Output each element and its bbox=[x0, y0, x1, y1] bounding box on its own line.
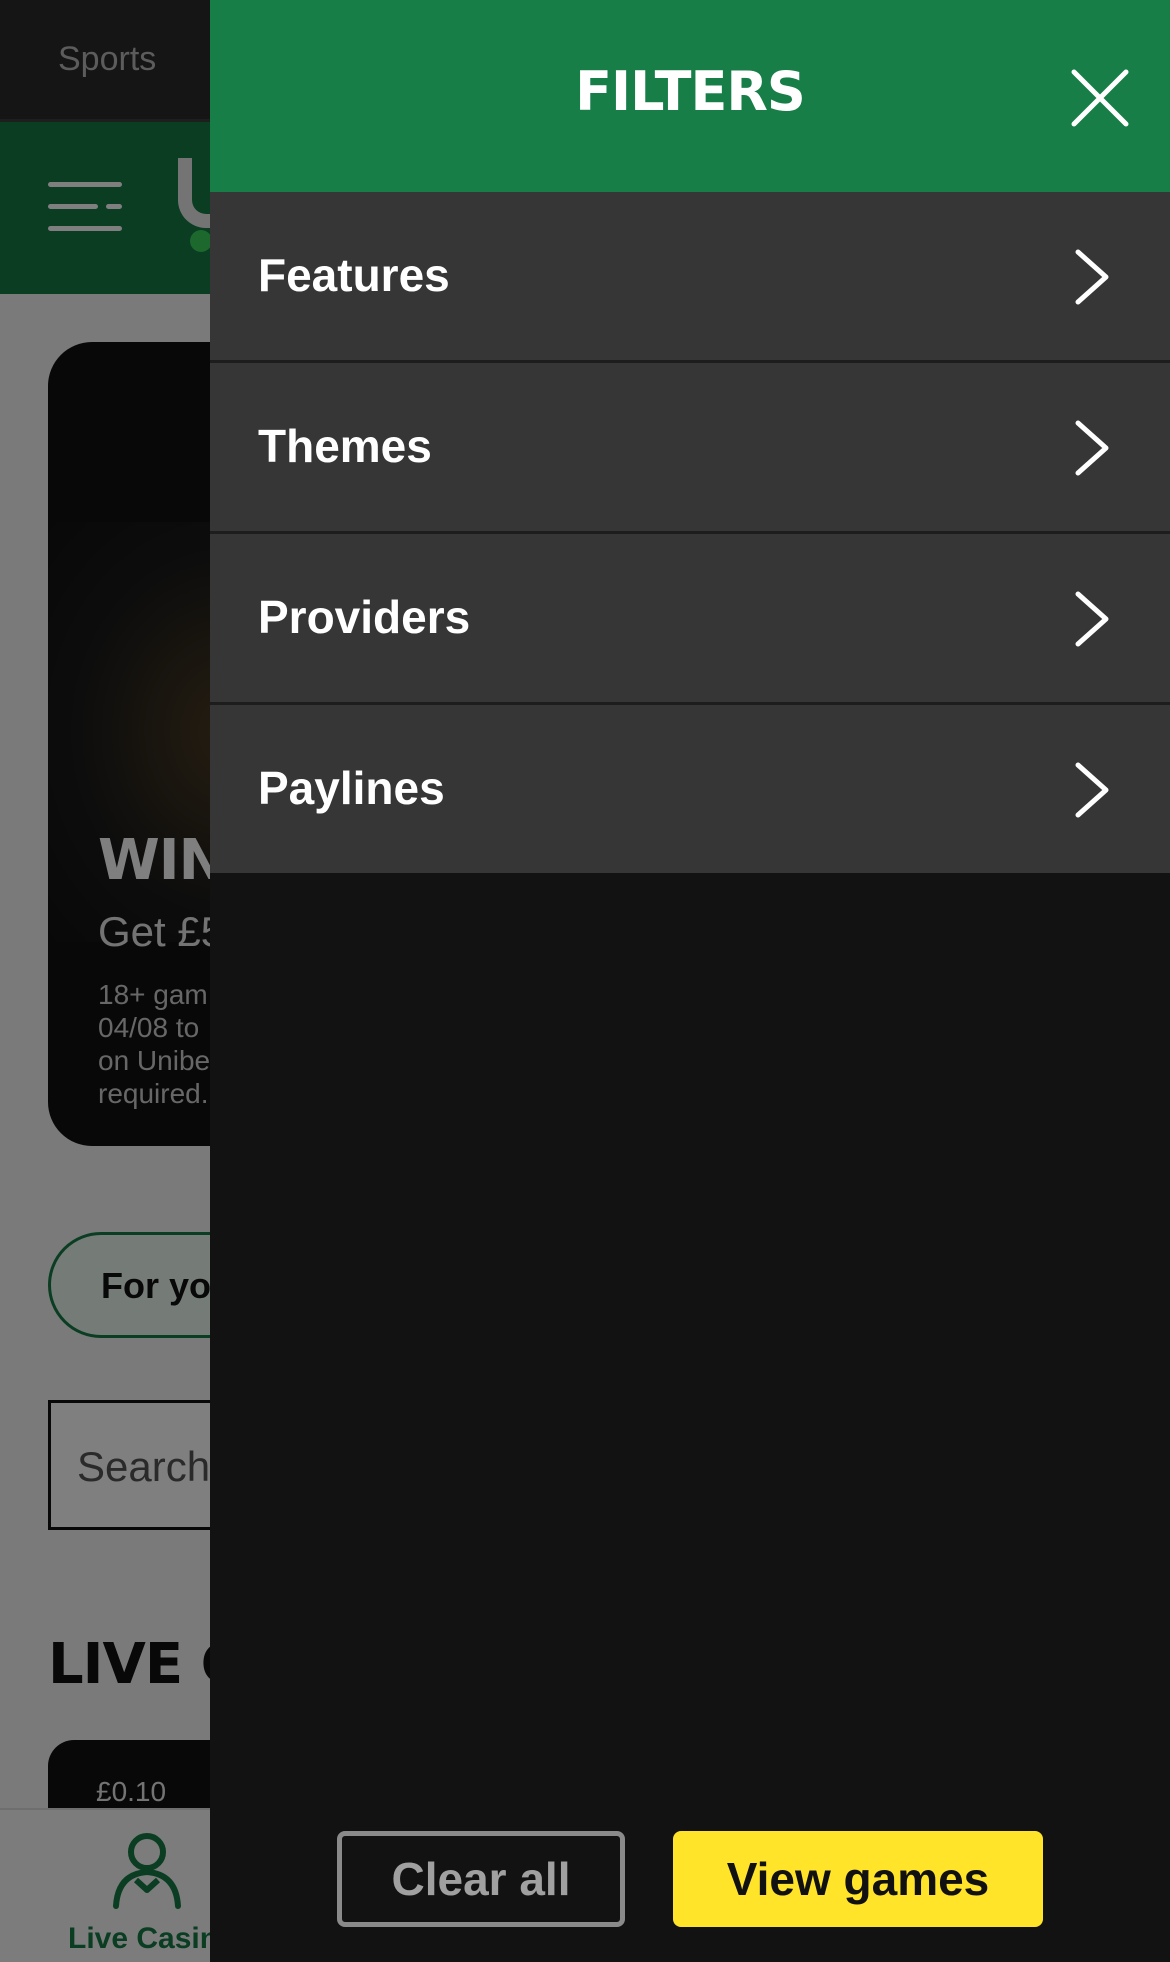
drawer-header: FILTERS bbox=[210, 0, 1170, 192]
filter-item-paylines[interactable]: Paylines bbox=[210, 705, 1170, 873]
close-icon[interactable] bbox=[1060, 58, 1140, 138]
view-games-button[interactable]: View games bbox=[673, 1831, 1043, 1927]
filter-item-features[interactable]: Features bbox=[210, 192, 1170, 363]
filter-item-label: Themes bbox=[258, 420, 432, 472]
filter-item-providers[interactable]: Providers bbox=[210, 534, 1170, 705]
chevron-right-icon bbox=[1075, 420, 1109, 476]
chevron-right-icon bbox=[1075, 762, 1109, 818]
filter-item-label: Paylines bbox=[258, 762, 445, 814]
filter-item-themes[interactable]: Themes bbox=[210, 363, 1170, 534]
chevron-right-icon bbox=[1075, 249, 1109, 305]
chevron-right-icon bbox=[1075, 591, 1109, 647]
filter-item-label: Providers bbox=[258, 591, 471, 643]
filters-drawer: FILTERS Features Themes Providers Paylin… bbox=[210, 0, 1170, 1962]
filter-item-label: Features bbox=[258, 249, 450, 301]
clear-all-button[interactable]: Clear all bbox=[337, 1831, 625, 1927]
filter-list: Features Themes Providers Paylines bbox=[210, 192, 1170, 873]
drawer-title: FILTERS bbox=[575, 60, 806, 123]
